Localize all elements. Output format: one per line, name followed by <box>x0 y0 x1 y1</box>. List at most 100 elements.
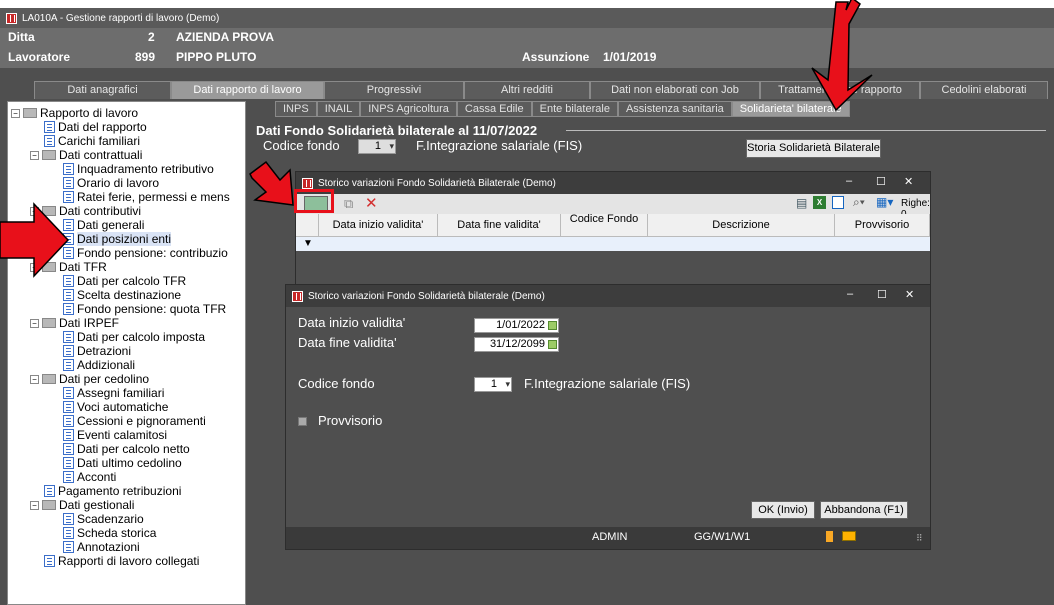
document-icon <box>63 471 74 483</box>
maximize-icon[interactable]: ☐ <box>877 288 887 301</box>
tree-node-scelta-destinazione[interactable]: Scelta destinazione <box>63 288 181 302</box>
tree-node-orario[interactable]: Orario di lavoro <box>63 176 159 190</box>
filter-row[interactable]: ▼ <box>296 236 930 251</box>
resize-grip-icon[interactable]: ⠿ <box>916 533 923 544</box>
col-descrizione[interactable]: Descrizione <box>648 214 835 236</box>
tree-node-dati-rapporto[interactable]: Dati del rapporto <box>44 120 147 134</box>
excel-icon[interactable]: X <box>813 196 826 209</box>
col-data-fine[interactable]: Data fine validita' <box>438 214 561 236</box>
assunzione-label: Assunzione <box>522 50 590 64</box>
data-inizio-label: Data inizio validita' <box>298 315 406 330</box>
dettaglio-codice-fondo-select[interactable]: 1 <box>474 377 512 392</box>
subtab-solidarieta-bilaterale[interactable]: Solidarieta' bilaterale <box>731 101 850 117</box>
print-icon[interactable]: ▤ <box>796 196 807 210</box>
tree-node-inquadramento[interactable]: Inquadramento retributivo <box>63 162 214 176</box>
storia-solidarieta-button[interactable]: Storia Solidarietà Bilaterale <box>746 139 881 158</box>
minimize-icon[interactable]: – <box>846 175 852 187</box>
calendar-icon[interactable] <box>548 321 557 330</box>
tree-node-pagamento[interactable]: Pagamento retribuzioni <box>44 484 181 498</box>
codice-fondo-select[interactable]: 1 <box>358 139 396 154</box>
collapse-icon[interactable]: − <box>11 108 20 118</box>
tree-node-calcolo-tfr[interactable]: Dati per calcolo TFR <box>63 274 186 288</box>
main-tabs: Dati anagrafici Dati rapporto di lavoro … <box>0 81 1054 99</box>
collapse-icon[interactable]: − <box>30 150 39 160</box>
tree-node-carichi[interactable]: Carichi familiari <box>44 134 140 148</box>
search-icon[interactable]: ⌕▾ <box>853 195 865 210</box>
calendar-icon[interactable] <box>548 340 557 349</box>
tree-node-posizioni-enti[interactable]: Dati posizioni enti <box>63 232 172 246</box>
tree-node-scheda-storica[interactable]: Scheda storica <box>63 526 156 540</box>
app-titlebar: LA010A - Gestione rapporti di lavoro (De… <box>0 8 1054 28</box>
edit-icon[interactable]: ⧉ <box>344 196 353 212</box>
subtab-cassa-edile[interactable]: Cassa Edile <box>456 101 532 117</box>
columns-icon[interactable]: ▦▾ <box>876 195 893 209</box>
subtab-assistenza-sanitaria[interactable]: Assistenza sanitaria <box>617 101 732 117</box>
tree-node-calcolo-netto[interactable]: Dati per calcolo netto <box>63 442 190 456</box>
tab-trattamento-fine-rapporto[interactable]: Trattamento fine rapporto <box>760 81 920 99</box>
minimize-icon[interactable]: – <box>847 288 853 300</box>
col-provvisorio[interactable]: Provvisorio <box>835 214 930 236</box>
tree-node-scadenzario[interactable]: Scadenzario <box>63 512 144 526</box>
col-data-inizio[interactable]: Data inizio validita' <box>319 214 438 236</box>
tree-node-fondo-pensione-contribuzione[interactable]: Fondo pensione: contribuzio <box>63 246 228 260</box>
tree-node-cedolino[interactable]: − Dati per cedolino <box>30 372 149 386</box>
document-icon <box>63 177 74 189</box>
export-icon[interactable] <box>832 196 844 209</box>
tree-node-acconti[interactable]: Acconti <box>63 470 116 484</box>
folder-icon <box>42 150 56 160</box>
data-fine-field[interactable]: 31/12/2099 <box>474 337 559 352</box>
assunzione-date: 1/01/2019 <box>603 50 657 64</box>
tree-node-ultimo-cedolino[interactable]: Dati ultimo cedolino <box>63 456 182 470</box>
tree-node-tfr[interactable]: − Dati TFR <box>30 260 107 274</box>
tree-node-dati-generali[interactable]: Dati generali <box>63 218 144 232</box>
tab-progressivi[interactable]: Progressivi <box>324 81 464 99</box>
tree-node-irpef[interactable]: − Dati IRPEF <box>30 316 119 330</box>
col-codice-fondo[interactable]: Codice Fondo <box>561 214 648 236</box>
subtab-inps-agricoltura[interactable]: INPS Agricoltura <box>360 101 457 117</box>
ditta-label: Ditta <box>8 30 35 44</box>
document-icon <box>63 345 74 357</box>
dettaglio-title: Storico variazioni Fondo Solidarietà bil… <box>308 290 545 302</box>
tree-node-detrazioni[interactable]: Detrazioni <box>63 344 131 358</box>
provvisorio-checkbox[interactable] <box>298 417 307 426</box>
data-inizio-field[interactable]: 1/01/2022 <box>474 318 559 333</box>
collapse-icon[interactable]: − <box>30 374 39 384</box>
tree-node-annotazioni[interactable]: Annotazioni <box>63 540 140 554</box>
subtab-ente-bilaterale[interactable]: Ente bilaterale <box>531 101 618 117</box>
tree-node-rapporto[interactable]: − Rapporto di lavoro <box>11 106 138 120</box>
tree-node-gestionali[interactable]: − Dati gestionali <box>30 498 134 512</box>
collapse-icon[interactable]: − <box>30 500 39 510</box>
tab-dati-non-elaborati[interactable]: Dati non elaborati con Job <box>590 81 760 99</box>
tab-dati-rapporto[interactable]: Dati rapporto di lavoro <box>171 81 324 99</box>
tree-node-contrattuali[interactable]: − Dati contrattuali <box>30 148 142 162</box>
tree-node-voci-automatiche[interactable]: Voci automatiche <box>63 400 168 414</box>
close-icon[interactable]: ✕ <box>905 288 914 301</box>
tab-cedolini-elaborati[interactable]: Cedolini elaborati <box>920 81 1048 99</box>
abbandona-button[interactable]: Abbandona (F1) <box>820 501 908 519</box>
tree-node-cessioni[interactable]: Cessioni e pignoramenti <box>63 414 206 428</box>
row-selector-header <box>296 214 319 236</box>
collapse-icon[interactable]: − <box>30 262 39 272</box>
tree-node-ratei[interactable]: Ratei ferie, permessi e mens <box>63 190 230 204</box>
tree-node-eventi[interactable]: Eventi calamitosi <box>63 428 167 442</box>
filter-icon[interactable]: ▼ <box>303 238 313 249</box>
tree-node-collegati[interactable]: Rapporti di lavoro collegati <box>44 554 199 568</box>
ditta-code: 2 <box>148 30 155 44</box>
close-icon[interactable]: ✕ <box>904 175 913 188</box>
tree-node-assegni[interactable]: Assegni familiari <box>63 386 164 400</box>
delete-icon[interactable]: ✕ <box>365 194 378 212</box>
tree-node-addizionali[interactable]: Addizionali <box>63 358 135 372</box>
tree-node-contributivi[interactable]: − Dati contributivi <box>30 204 141 218</box>
collapse-icon[interactable]: − <box>30 206 39 216</box>
tree-node-quota-tfr[interactable]: Fondo pensione: quota TFR <box>63 302 226 316</box>
tab-dati-anagrafici[interactable]: Dati anagrafici <box>34 81 171 99</box>
ok-button[interactable]: OK (Invio) <box>751 501 815 519</box>
document-icon <box>63 387 74 399</box>
tab-altri-redditi[interactable]: Altri redditi <box>464 81 590 99</box>
maximize-icon[interactable]: ☐ <box>876 175 886 188</box>
subtab-inps[interactable]: INPS <box>275 101 317 117</box>
document-icon <box>63 191 74 203</box>
collapse-icon[interactable]: − <box>30 318 39 328</box>
subtab-inail[interactable]: INAIL <box>316 101 361 117</box>
tree-node-calcolo-imposta[interactable]: Dati per calcolo imposta <box>63 330 205 344</box>
